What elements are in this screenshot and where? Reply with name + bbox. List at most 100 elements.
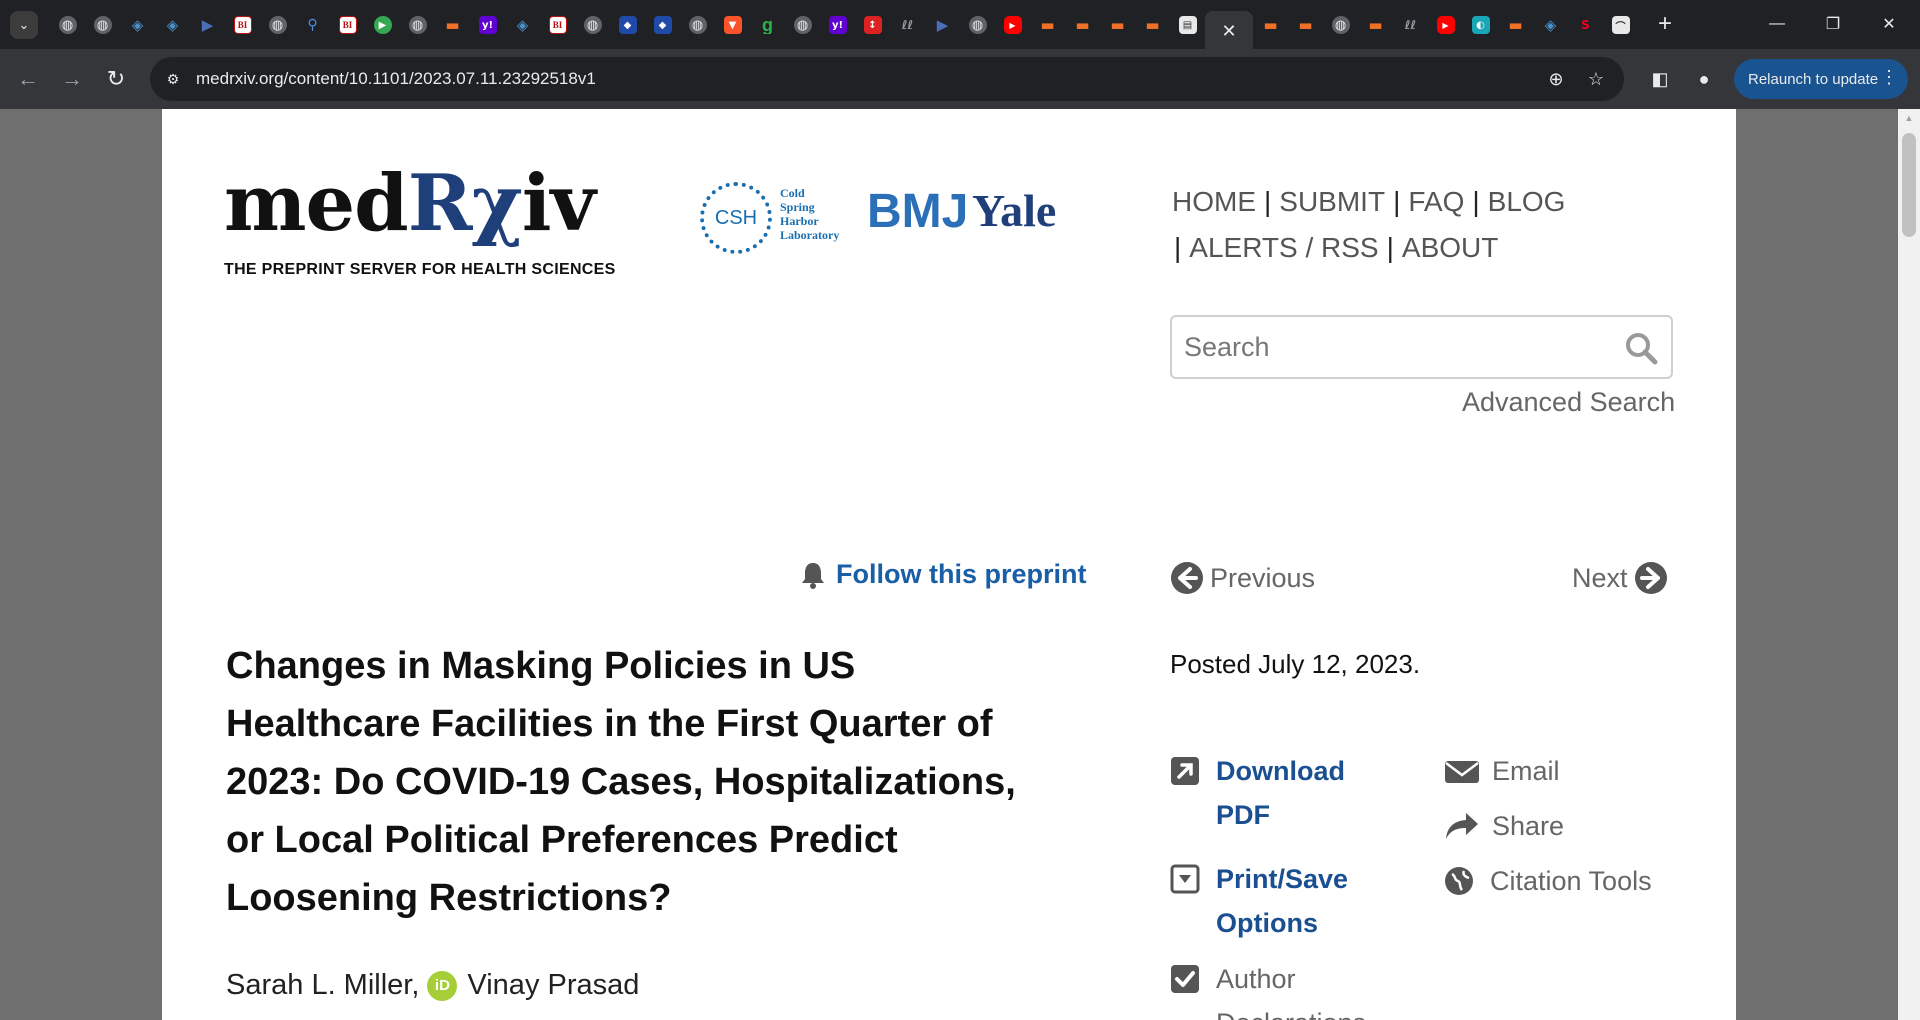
yale-logo[interactable]: Yale: [972, 184, 1056, 237]
tab[interactable]: ⚲: [295, 11, 330, 39]
tab[interactable]: BI: [330, 11, 365, 39]
tab[interactable]: S: [1568, 11, 1603, 39]
csh-logo[interactable]: CSH Cold Spring Harbor Laboratory: [700, 174, 860, 254]
tab[interactable]: ▶: [995, 11, 1030, 39]
web-page: medRχiv THE PREPRINT SERVER FOR HEALTH S…: [162, 109, 1736, 1020]
tab[interactable]: ◍: [680, 11, 715, 39]
tab[interactable]: BI: [540, 11, 575, 39]
author-declarations-link[interactable]: Author Declarations: [1170, 957, 1390, 1020]
top-navigation: HOME | SUBMIT | FAQ | BLOG | ALERTS / RSS | ABOUT: [1172, 179, 1592, 271]
script-icon: ℓℓ: [901, 18, 914, 32]
scroll-thumb[interactable]: [1902, 133, 1916, 237]
nav-submit[interactable]: SUBMIT: [1279, 186, 1385, 217]
tab[interactable]: g: [750, 11, 785, 39]
tab[interactable]: ▤: [1170, 11, 1205, 39]
search-icon[interactable]: [1623, 330, 1659, 366]
tab[interactable]: ◈: [1533, 11, 1568, 39]
search-input[interactable]: [1184, 327, 1614, 367]
tab[interactable]: ◈: [155, 11, 190, 39]
minimize-button[interactable]: —: [1754, 8, 1800, 40]
restore-button[interactable]: ❐: [1810, 8, 1856, 40]
new-tab-button[interactable]: +: [1652, 12, 1678, 38]
tab[interactable]: ◈: [505, 11, 540, 39]
follow-preprint-link[interactable]: Follow this preprint: [800, 559, 1087, 590]
side-panel-icon[interactable]: ◧: [1644, 63, 1676, 95]
author-link[interactable]: Vinay Prasad: [467, 969, 639, 1002]
tab[interactable]: ℓℓ: [1393, 11, 1428, 39]
tab[interactable]: ◍: [960, 11, 995, 39]
forward-button[interactable]: →: [56, 63, 88, 95]
tab[interactable]: ◍: [400, 11, 435, 39]
nav-home[interactable]: HOME: [1172, 186, 1256, 217]
tab[interactable]: ◍: [50, 11, 85, 39]
tab[interactable]: ℓℓ: [890, 11, 925, 39]
tab[interactable]: ◍: [1323, 11, 1358, 39]
tab[interactable]: ⌒: [1603, 11, 1638, 39]
tab[interactable]: ◈: [120, 11, 155, 39]
tab[interactable]: ◍: [85, 11, 120, 39]
reload-button[interactable]: ↻: [100, 63, 132, 95]
print-save-link[interactable]: Print/Save Options: [1170, 857, 1390, 945]
tab[interactable]: ◍: [785, 11, 820, 39]
tab[interactable]: ▶: [1428, 11, 1463, 39]
bmj-logo[interactable]: BMJ: [867, 184, 968, 239]
tab[interactable]: ▬: [1065, 11, 1100, 39]
tab[interactable]: ▬: [1100, 11, 1135, 39]
bookmark-icon: ▬: [1508, 16, 1523, 34]
page-scrollbar[interactable]: ▲: [1898, 109, 1920, 1020]
tab[interactable]: ▬: [1030, 11, 1065, 39]
tab[interactable]: ▶: [365, 11, 400, 39]
tab[interactable]: ↕: [855, 11, 890, 39]
tab[interactable]: BI: [225, 11, 260, 39]
tab[interactable]: y!: [470, 11, 505, 39]
more-options-icon[interactable]: ⋮: [1880, 67, 1898, 88]
tab[interactable]: ▼: [715, 11, 750, 39]
shield-icon: ◈: [1544, 16, 1557, 34]
tab[interactable]: ◍: [260, 11, 295, 39]
tab[interactable]: ▶: [925, 11, 960, 39]
tab[interactable]: ◆: [610, 11, 645, 39]
citation-tools-link[interactable]: Citation Tools: [1444, 859, 1652, 903]
tab[interactable]: ◍: [575, 11, 610, 39]
nav-separator: |: [1472, 186, 1480, 217]
csh-text: Cold Spring Harbor Laboratory: [780, 186, 839, 242]
zoom-icon[interactable]: ⊕: [1544, 67, 1568, 91]
tab[interactable]: ▬: [1358, 11, 1393, 39]
advanced-search-link[interactable]: Advanced Search: [1462, 387, 1675, 418]
active-tab[interactable]: ✕: [1205, 11, 1253, 51]
nav-alerts-rss[interactable]: ALERTS / RSS: [1189, 232, 1378, 263]
relaunch-button[interactable]: Relaunch to update ⋮: [1734, 59, 1908, 99]
bookmark-star-icon[interactable]: ☆: [1584, 67, 1608, 91]
tab[interactable]: ▬: [1253, 11, 1288, 39]
url-text[interactable]: medrxiv.org/content/10.1101/2023.07.11.2…: [196, 69, 596, 89]
share-link[interactable]: Share: [1444, 804, 1564, 848]
tab[interactable]: ◆: [645, 11, 680, 39]
email-link[interactable]: Email: [1444, 749, 1560, 793]
profile-icon[interactable]: ●: [1688, 63, 1720, 95]
tab[interactable]: ▶: [190, 11, 225, 39]
tab-search-button[interactable]: ⌄: [10, 11, 38, 39]
address-bar[interactable]: ⚙ medrxiv.org/content/10.1101/2023.07.11…: [150, 57, 1624, 101]
globe-icon: ◍: [1331, 16, 1350, 34]
scroll-up-icon[interactable]: ▲: [1898, 113, 1920, 127]
nav-about[interactable]: ABOUT: [1402, 232, 1498, 263]
site-info-icon[interactable]: ⚙: [162, 68, 184, 90]
tab[interactable]: ▬: [1135, 11, 1170, 39]
close-window-button[interactable]: ✕: [1866, 8, 1912, 40]
tab[interactable]: ▬: [435, 11, 470, 39]
orcid-icon[interactable]: iD: [427, 970, 458, 1001]
author-link[interactable]: Sarah L. Miller,: [226, 969, 419, 1002]
tab[interactable]: y!: [820, 11, 855, 39]
next-link[interactable]: Next: [1572, 561, 1668, 595]
tab[interactable]: ▬: [1498, 11, 1533, 39]
nav-blog[interactable]: BLOG: [1488, 186, 1566, 217]
download-pdf-link[interactable]: Download PDF: [1170, 749, 1390, 837]
tab[interactable]: ◐: [1463, 11, 1498, 39]
back-button[interactable]: ←: [12, 63, 44, 95]
tab[interactable]: ▬: [1288, 11, 1323, 39]
nav-faq[interactable]: FAQ: [1408, 186, 1464, 217]
close-tab-icon[interactable]: ✕: [1221, 21, 1236, 42]
browser-toolbar: ← → ↻ ⚙ medrxiv.org/content/10.1101/2023…: [0, 49, 1920, 109]
medrxiv-logo[interactable]: medRχiv THE PREPRINT SERVER FOR HEALTH S…: [224, 165, 616, 279]
previous-link[interactable]: Previous: [1170, 561, 1315, 595]
